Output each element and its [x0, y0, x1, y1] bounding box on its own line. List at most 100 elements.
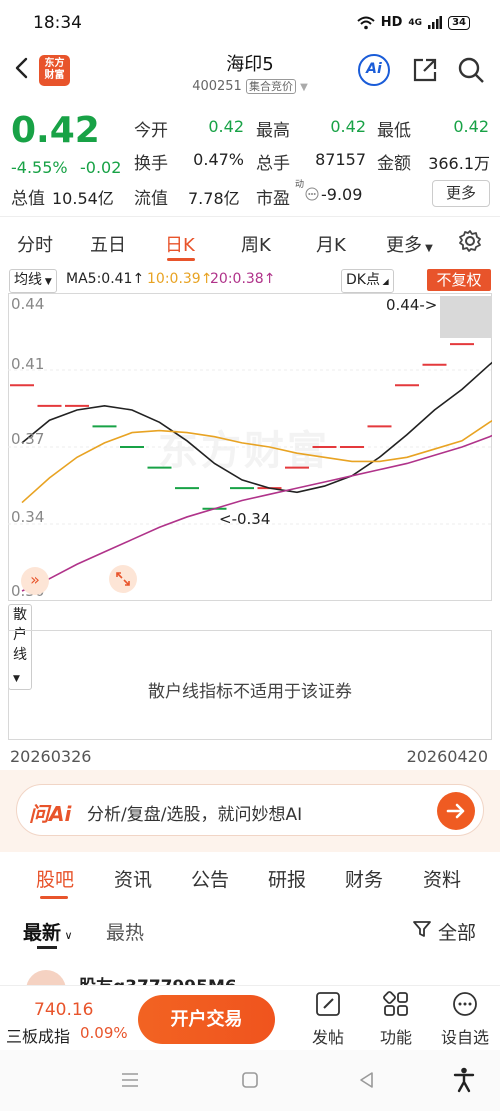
ma-line-ma10 — [21, 419, 492, 504]
quote-panel: 0.42 -4.55% -0.02 今开 0.42 最高 0.42 最低 0.4… — [0, 102, 500, 212]
amount-label: 金额 — [377, 154, 411, 174]
menu-icon[interactable] — [120, 1072, 140, 1088]
open-account-trade-button[interactable]: 开户交易 — [138, 995, 275, 1044]
index-name[interactable]: 三板成指 — [6, 1023, 70, 1047]
network-label: HD — [380, 15, 403, 30]
info-icon[interactable] — [305, 187, 319, 201]
turnover-value: 0.47% — [193, 150, 244, 169]
filter-all[interactable]: 全部 — [438, 918, 476, 945]
settings-gear-icon[interactable] — [458, 229, 482, 253]
tab-five-day[interactable]: 五日 — [90, 231, 126, 257]
indicator-message: 散户线指标不适用于该证券 — [148, 682, 352, 702]
add-watchlist-button[interactable]: 设自选 — [440, 990, 490, 1048]
tab-weekly-k[interactable]: 周K — [241, 231, 271, 257]
tab-research[interactable]: 研报 — [268, 865, 306, 892]
indicator-panel: 散户线指标不适用于该证券 — [8, 630, 492, 740]
stock-header: 东方 财富 海印5 400251 集合竞价 ▼ Ai — [0, 48, 500, 102]
ai-search-box[interactable]: 问Ai 分析/复盘/选股，就问妙想AI — [16, 784, 484, 836]
tab-more[interactable]: 更多 ▼ — [386, 231, 433, 257]
float-mv-label: 流值 — [134, 189, 168, 209]
caret-down-icon: ▼ — [422, 243, 433, 254]
fullscreen-expand-icon[interactable] — [109, 565, 137, 593]
back-nav-icon[interactable] — [358, 1071, 376, 1089]
active-tab-indicator — [167, 258, 195, 261]
low-value: 0.42 — [453, 117, 489, 136]
k-line-chart[interactable]: 东方财富 0.44 0.41 0.37 0.34 0.30 0.44-> <-0… — [8, 293, 492, 601]
more-dots-icon — [453, 992, 477, 1016]
dk-point-toggle[interactable]: DK点 ◢ — [341, 269, 394, 293]
tab-announcements[interactable]: 公告 — [191, 865, 229, 892]
current-price: 0.42 — [11, 110, 100, 151]
high-label: 最高 — [256, 121, 290, 141]
edit-post-icon — [316, 992, 340, 1016]
y-label-3: 0.37 — [11, 430, 45, 448]
pe-dynamic-mark: 动 — [295, 180, 305, 190]
open-value: 0.42 — [208, 117, 244, 136]
date-start: 20260326 — [10, 747, 92, 766]
ai-banner: 问Ai 分析/复盘/选股，就问妙想AI — [0, 770, 500, 852]
home-icon[interactable] — [241, 1071, 259, 1089]
accessibility-icon[interactable] — [453, 1067, 475, 1093]
more-quote-button[interactable]: 更多 — [432, 180, 490, 207]
arrow-right-icon — [446, 803, 465, 819]
high-value: 0.42 — [330, 117, 366, 136]
total-mv-value: 10.54亿 — [52, 189, 114, 208]
y-label-top: 0.44 — [11, 295, 45, 313]
battery-icon: 34 — [448, 15, 470, 30]
date-end: 20260420 — [406, 747, 488, 766]
price-tooltip-box — [440, 296, 492, 338]
tab-daily-k[interactable]: 日K — [165, 231, 195, 257]
stock-code: 400251 — [192, 79, 242, 94]
bottom-action-bar: 740.16 三板成指 0.09% 开户交易 发帖 功能 设自选 — [0, 985, 500, 1050]
ma-selector[interactable]: 均线 ▼ — [9, 269, 57, 293]
index-percent: 0.09% — [80, 1024, 128, 1042]
tab-financials[interactable]: 财务 — [345, 865, 383, 892]
trade-mode-tag[interactable]: 集合竞价 — [245, 79, 296, 94]
ma-line-ma20 — [21, 434, 492, 592]
post-button[interactable]: 发帖 — [303, 990, 353, 1048]
signal-label: 4G — [408, 17, 423, 28]
pe-label: 市盈 — [256, 189, 290, 209]
tab-news[interactable]: 资讯 — [114, 865, 152, 892]
float-mv-value: 7.78亿 — [188, 189, 240, 208]
fast-forward-icon[interactable]: » — [21, 567, 49, 595]
change-value: -0.02 — [80, 158, 122, 177]
y-label-4: 0.34 — [11, 508, 45, 526]
tab-profile[interactable]: 资料 — [423, 865, 461, 892]
sort-latest[interactable]: 最新 ∨ — [23, 918, 73, 945]
adjust-selector[interactable]: 不复权 — [427, 269, 491, 291]
pe-value: -9.09 — [321, 185, 363, 204]
turnover-label: 换手 — [134, 154, 168, 174]
chevron-down-icon: ▼ — [300, 82, 308, 93]
tab-monthly-k[interactable]: 月K — [316, 231, 346, 257]
index-value: 740.16 — [34, 1000, 94, 1020]
search-icon[interactable] — [457, 56, 485, 84]
filter-icon[interactable] — [412, 919, 432, 939]
share-icon[interactable] — [411, 56, 439, 84]
volume-value: 87157 — [315, 150, 366, 169]
ai-go-button[interactable] — [437, 792, 475, 830]
status-bar: 18:34 HD 4G 34 — [0, 0, 500, 48]
volume-label: 总手 — [256, 154, 290, 174]
max-price-marker: 0.44-> — [386, 296, 438, 314]
ma5-value: MA5:0.41↑ — [66, 271, 145, 287]
status-icons: HD 4G 34 — [357, 15, 470, 30]
system-nav-bar — [0, 1050, 500, 1111]
k-line-svg — [8, 293, 492, 601]
tab-intraday[interactable]: 分时 — [17, 231, 53, 257]
wifi-icon — [357, 16, 375, 29]
change-percent: -4.55% — [11, 158, 68, 177]
signal-icon — [428, 16, 443, 29]
ai-assistant-button[interactable]: Ai — [358, 54, 390, 86]
sort-hot[interactable]: 最热 — [106, 918, 144, 945]
y-label-2: 0.41 — [11, 355, 45, 373]
open-label: 今开 — [134, 121, 168, 141]
ma20-value: 20:0.38↑ — [210, 271, 276, 287]
ai-brand-logo: 问Ai — [29, 802, 72, 826]
amount-value: 366.1万 — [428, 154, 490, 173]
ai-prompt-text: 分析/复盘/选股，就问妙想AI — [87, 805, 303, 825]
tab-guba[interactable]: 股吧 — [36, 865, 74, 892]
function-button[interactable]: 功能 — [371, 990, 421, 1048]
chart-toolbar: 均线 ▼ MA5:0.41↑ 10:0.39↑ 20:0.38↑ DK点 ◢ 不… — [0, 266, 500, 294]
period-tabs: 分时 五日 日K 周K 月K 更多 ▼ — [0, 216, 500, 262]
